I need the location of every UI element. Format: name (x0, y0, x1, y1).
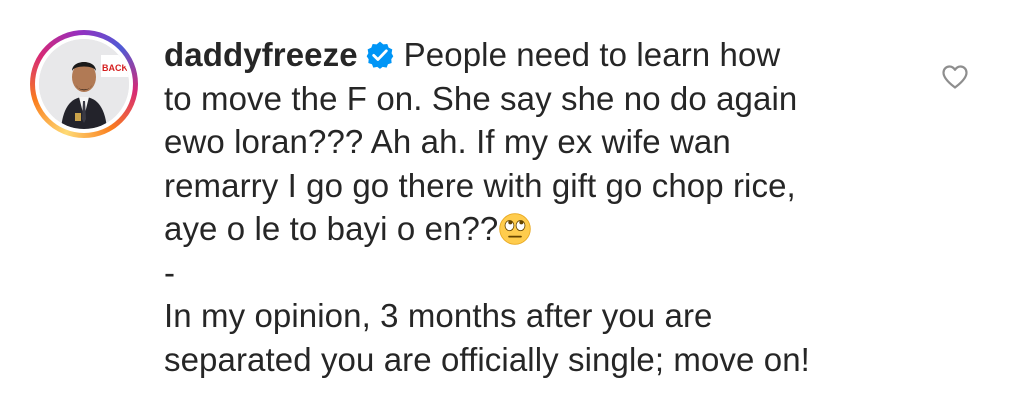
avatar-photo: BACK (39, 39, 129, 129)
comment-line-1: daddyfreeze People need to learn how (164, 33, 924, 77)
username-link[interactable]: daddyfreeze (164, 36, 358, 73)
comment-line-6: - (164, 253, 176, 291)
comment-screen: BACK daddyfreeze People need to learn how… (0, 0, 1024, 412)
comment-text-5: aye o le to bayi o en?? (164, 210, 499, 247)
comment-text-1: People need to learn how (403, 36, 781, 73)
rolling-eyes-emoji-icon (499, 213, 532, 245)
verified-badge-icon (366, 41, 393, 69)
avatar-story-ring[interactable]: BACK (30, 30, 138, 138)
avatar-badge-text: BACK (102, 63, 128, 73)
comment-line-2: to move the F on. She say she no do agai… (164, 79, 798, 117)
comment-line-5: aye o le to bayi o en?? (164, 207, 924, 251)
comment-body: daddyfreeze People need to learn how to m… (164, 33, 924, 381)
comment-line-7: In my opinion, 3 months after you are (164, 297, 713, 334)
heart-icon[interactable] (940, 62, 970, 92)
comment-line-8: separated you are officially single; mov… (164, 340, 810, 378)
comment-line-3: ewo loran??? Ah ah. If my ex wife wan (164, 123, 731, 160)
avatar[interactable]: BACK (39, 39, 129, 129)
comment-line-4: remarry I go go there with gift go chop … (164, 166, 796, 204)
